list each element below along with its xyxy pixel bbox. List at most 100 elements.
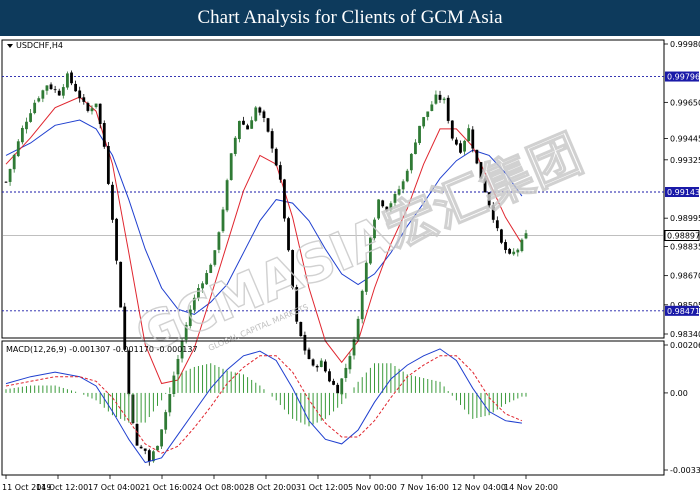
candle-body (258, 107, 262, 113)
candle-body (61, 87, 65, 96)
time-tick-label: 7 Nov 16:00 (400, 483, 449, 492)
candle-body (332, 380, 335, 385)
candle-body (262, 111, 266, 118)
candle-body (139, 446, 143, 449)
candle-body (401, 181, 405, 190)
candle-body (356, 318, 360, 340)
candle-body (74, 83, 78, 92)
candle-body (348, 356, 352, 370)
time-tick-label: 14 Oct 12:00 (36, 483, 88, 492)
candle-body (340, 378, 344, 395)
candle-body (106, 146, 110, 184)
price-tick-label: 0.98995 (670, 214, 700, 223)
candle-body (86, 103, 90, 111)
candle-body (450, 120, 454, 139)
macd-tick-label: -0.003325 (670, 466, 700, 475)
candle-body (508, 248, 512, 254)
time-tick-label: 31 Oct 12:00 (296, 483, 348, 492)
candle-body (409, 153, 413, 171)
time-axis: 11 Oct 201914 Oct 12:00 17 Oct 04:00 21 Oc… (2, 475, 558, 492)
candle-body (524, 233, 528, 239)
candle-body (213, 250, 217, 265)
level-label: 0.99143 (667, 188, 700, 197)
macd-histogram (5, 363, 527, 427)
candle-body (123, 306, 127, 350)
time-tick-label: 12 Nov 04:00 (452, 483, 506, 492)
candle-body (414, 142, 417, 155)
candle-body (233, 137, 237, 154)
price-tick-label: 0.99650 (670, 98, 700, 107)
candle-body (471, 129, 475, 149)
price-panel-title: USDCHF,H4 (16, 41, 63, 50)
candle-body (266, 118, 270, 132)
candle-body (512, 251, 516, 255)
price-tick-label: 0.99445 (670, 135, 700, 144)
candle-body (4, 181, 8, 183)
candle-body (442, 98, 446, 101)
candle-body (70, 72, 73, 84)
candle-body (274, 148, 278, 166)
price-tick-label: 0.99980 (670, 40, 700, 49)
candle-body (53, 89, 57, 91)
candle-body (98, 103, 102, 125)
candle-body (90, 108, 94, 112)
candle-body (82, 97, 86, 102)
candle-body (209, 264, 213, 273)
candle-body (164, 412, 168, 430)
price-tick-label: 0.98670 (670, 272, 700, 281)
candle-body (270, 131, 274, 149)
candle-body (344, 367, 348, 379)
candle-body (319, 360, 323, 368)
candle-body (102, 123, 106, 147)
candle-body (315, 365, 319, 368)
price-tick-label: 0.99325 (670, 156, 700, 165)
candle-body (225, 180, 229, 211)
candle-body (311, 359, 315, 366)
time-tick-label: 28 Oct 20:00 (244, 483, 296, 492)
time-tick-label: 5 Nov 00:00 (348, 483, 397, 492)
candle-body (237, 120, 241, 140)
level-label: 0.98471 (667, 307, 700, 316)
candle-body (516, 249, 520, 253)
macd-axis: 0.002067 0.00 -0.003325 (664, 341, 700, 475)
candle-body (221, 209, 225, 232)
candle-body (299, 321, 303, 337)
candle-body (303, 334, 307, 351)
candle-body (33, 102, 37, 114)
candle-body (229, 153, 233, 180)
macd-signal-line (5, 355, 523, 454)
candle-body (66, 73, 69, 88)
candle-body (111, 184, 114, 220)
candle-body (520, 239, 524, 252)
time-tick-label: 14 Nov 20:00 (504, 483, 558, 492)
candle-body (16, 141, 20, 157)
candle-body (467, 128, 471, 142)
candle-body (405, 170, 409, 182)
time-tick-label: 17 Oct 04:00 (88, 483, 140, 492)
candle-body (254, 107, 258, 121)
candle-body (307, 349, 311, 360)
candle-body (463, 140, 466, 152)
candle-body (418, 125, 421, 144)
candle-body (12, 154, 16, 170)
candle-body (336, 384, 340, 394)
chart-banner-title: Chart Analysis for Clients of GCM Asia (0, 0, 700, 36)
macd-line (5, 348, 522, 464)
candle-body (250, 120, 254, 129)
candle-body (168, 393, 172, 413)
candle-body (57, 90, 61, 96)
candle-body (459, 143, 462, 153)
price-tick-label: 0.98340 (670, 330, 700, 339)
macd-panel-frame (1, 340, 665, 476)
candle-body (246, 125, 249, 130)
price-tick-label: 0.98835 (670, 242, 700, 251)
candle-body (434, 94, 438, 104)
candle-body (352, 339, 356, 356)
candle-body (495, 220, 499, 229)
candle-body (29, 113, 32, 122)
candle-body (49, 84, 53, 90)
candle-body (25, 121, 28, 130)
candle-body (45, 85, 49, 91)
candle-body (360, 290, 364, 320)
candle-body (426, 111, 430, 117)
